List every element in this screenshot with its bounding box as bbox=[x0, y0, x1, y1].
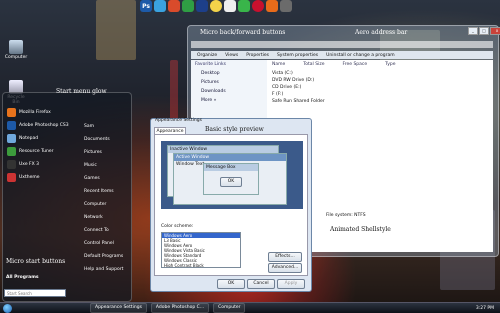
link-network[interactable]: Network bbox=[84, 211, 130, 224]
minimize-button[interactable]: _ bbox=[468, 27, 478, 35]
resource-tuner-icon bbox=[7, 147, 16, 156]
file-list: Vista (C:) DVD RW Drive (D:) CD Drive (E… bbox=[272, 70, 325, 105]
toolbar-properties[interactable]: Properties bbox=[246, 53, 269, 58]
favorite-links-header: Favorite Links bbox=[195, 62, 226, 67]
close-button[interactable]: x bbox=[490, 27, 500, 35]
toolbar-uninstall[interactable]: Uninstall or change a program bbox=[326, 53, 394, 58]
smiley-icon[interactable] bbox=[210, 0, 222, 12]
photoshop-icon bbox=[7, 121, 16, 130]
ok-button[interactable]: OK bbox=[217, 279, 245, 289]
link-recent[interactable]: Recent Items bbox=[84, 185, 130, 198]
link-downloads[interactable]: Downloads bbox=[191, 87, 267, 96]
maximize-button[interactable]: □ bbox=[479, 27, 489, 35]
apply-button[interactable]: Apply bbox=[277, 279, 305, 289]
link-default-programs[interactable]: Default Programs bbox=[84, 250, 130, 263]
blue-app-icon[interactable] bbox=[196, 0, 208, 12]
lg-icon[interactable] bbox=[252, 0, 264, 12]
uxe-icon bbox=[7, 160, 16, 169]
ball2-icon[interactable] bbox=[168, 0, 180, 12]
ps-icon[interactable]: Ps bbox=[140, 0, 152, 12]
column-name[interactable]: Name bbox=[272, 62, 285, 67]
link-pictures[interactable]: Pictures bbox=[191, 78, 267, 87]
firefox-icon bbox=[7, 108, 16, 117]
explorer-toolbar: Organize Views Properties System propert… bbox=[191, 51, 493, 59]
program-notepad[interactable]: Notepad bbox=[5, 132, 77, 145]
desktop-computer[interactable]: Computer bbox=[4, 40, 28, 60]
shellstyle-caption: Animated Shellstyle bbox=[330, 226, 391, 233]
link-games[interactable]: Games bbox=[84, 172, 130, 185]
start-menu-caption: Start menu glow bbox=[56, 88, 107, 95]
column-headers: Name Total Size Free Space Type bbox=[272, 62, 396, 67]
color-scheme-label: Color scheme: bbox=[161, 224, 194, 229]
notepad-icon bbox=[7, 134, 16, 143]
cancel-button[interactable]: Cancel bbox=[247, 279, 275, 289]
preview-inactive-title: Inactive Window bbox=[168, 146, 278, 153]
link-control-panel[interactable]: Control Panel bbox=[84, 237, 130, 250]
preview-ok-button: OK bbox=[220, 177, 242, 187]
file-item[interactable]: Vista (C:) bbox=[272, 70, 325, 77]
app4-icon[interactable] bbox=[280, 0, 292, 12]
link-computer[interactable]: Computer bbox=[84, 198, 130, 211]
file-item[interactable]: Safe Run Shared Folder bbox=[272, 98, 325, 105]
file-item[interactable]: DVD RW Drive (D:) bbox=[272, 77, 325, 84]
explorer-caption-left: Micro back/forward buttons bbox=[200, 29, 286, 36]
link-connect[interactable]: Connect To bbox=[84, 224, 130, 237]
green-app-icon[interactable] bbox=[182, 0, 194, 12]
clock[interactable]: 3:27 PM bbox=[476, 306, 494, 311]
toolbar-system-properties[interactable]: System properties bbox=[277, 53, 318, 58]
column-total-size[interactable]: Total Size bbox=[303, 62, 324, 67]
top-dock: Ps bbox=[140, 0, 292, 14]
scheme-item[interactable]: High Contrast Black bbox=[162, 263, 240, 267]
uxtheme-icon bbox=[7, 173, 16, 182]
preview-active-title: Active Window bbox=[174, 154, 286, 161]
taskbar: Appearance Settings Adobe Photoshop C...… bbox=[0, 302, 500, 313]
color-scheme-list[interactable]: Windows Aero L3 Basic Windows Aero Windo… bbox=[161, 232, 241, 268]
link-music[interactable]: Music bbox=[84, 159, 130, 172]
column-type[interactable]: Type bbox=[385, 62, 395, 67]
micro-start-caption: Micro start buttons bbox=[6, 258, 66, 265]
link-user[interactable]: Sam bbox=[84, 120, 130, 133]
dialog-title: Appearance Settings bbox=[155, 118, 202, 123]
link-more[interactable]: More » bbox=[191, 96, 267, 105]
computer-icon bbox=[9, 40, 23, 54]
program-resource-tuner[interactable]: Resource Tuner bbox=[5, 145, 77, 158]
address-bar[interactable] bbox=[191, 41, 493, 48]
link-pictures[interactable]: Pictures bbox=[84, 146, 130, 159]
start-search-input[interactable]: Start Search bbox=[4, 289, 66, 297]
program-uxe[interactable]: Uxe FX 3 bbox=[5, 158, 77, 171]
toolbar-views[interactable]: Views bbox=[225, 53, 238, 58]
effects-button[interactable]: Effects... bbox=[268, 252, 302, 262]
advanced-button[interactable]: Advanced... bbox=[268, 263, 302, 273]
toolbar-organize[interactable]: Organize bbox=[197, 53, 217, 58]
file-item[interactable]: F (F:) bbox=[272, 91, 325, 98]
column-free-space[interactable]: Free Space bbox=[342, 62, 367, 67]
app2-icon[interactable] bbox=[238, 0, 250, 12]
ball-icon[interactable] bbox=[154, 0, 166, 12]
program-firefox[interactable]: Mozilla Firefox bbox=[5, 106, 77, 119]
link-desktop[interactable]: Desktop bbox=[191, 69, 267, 78]
explorer-caption-right: Aero address bar bbox=[355, 29, 408, 36]
program-photoshop[interactable]: Adobe Photoshop CS3 bbox=[5, 119, 77, 132]
link-documents[interactable]: Documents bbox=[84, 133, 130, 146]
explorer-window-buttons: _ □ x bbox=[468, 27, 500, 35]
file-item[interactable]: CD Drive (E:) bbox=[272, 84, 325, 91]
link-help[interactable]: Help and Support bbox=[84, 263, 130, 276]
file-system-label: File system: NTFS bbox=[326, 213, 366, 218]
preview-msgbox-title: Message Box bbox=[204, 164, 258, 171]
app3-icon[interactable] bbox=[266, 0, 278, 12]
all-programs-button[interactable]: All Programs bbox=[6, 275, 39, 280]
program-uxtheme[interactable]: Uxtheme bbox=[5, 171, 77, 184]
app-icon[interactable] bbox=[224, 0, 236, 12]
preview-caption: Basic style preview bbox=[205, 126, 264, 133]
start-orb-icon[interactable] bbox=[3, 303, 12, 313]
appearance-preview: Inactive Window Active Window Window Tex… bbox=[161, 141, 303, 209]
